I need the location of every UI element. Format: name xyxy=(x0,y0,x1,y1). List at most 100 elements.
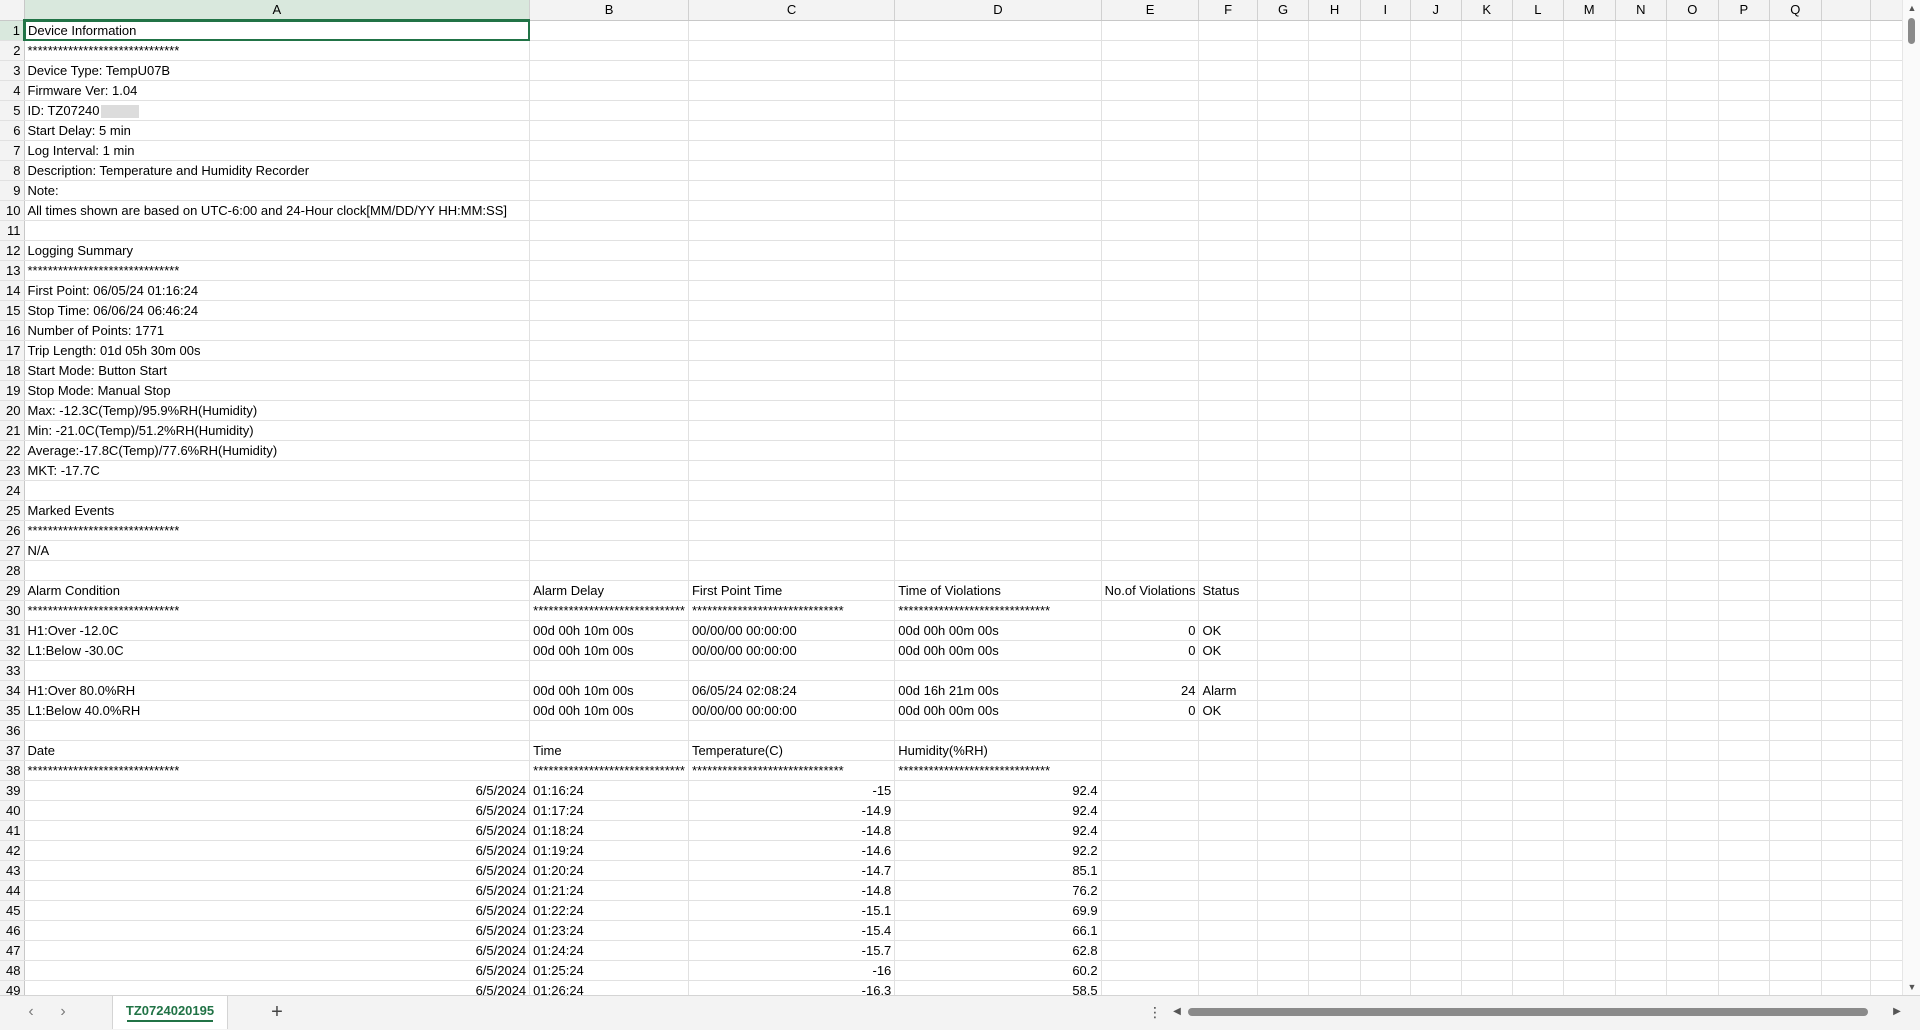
cell[interactable] xyxy=(1461,560,1513,581)
cell[interactable] xyxy=(1461,960,1513,981)
cell[interactable] xyxy=(1718,520,1770,541)
cell[interactable] xyxy=(688,180,896,201)
cell[interactable] xyxy=(529,20,689,41)
cell[interactable] xyxy=(1666,120,1719,141)
cell[interactable] xyxy=(1101,400,1200,421)
cell[interactable] xyxy=(1666,680,1719,701)
cell[interactable] xyxy=(1563,20,1616,41)
cell[interactable] xyxy=(1257,460,1310,481)
cell[interactable]: Device Type: TempU07B xyxy=(24,60,531,81)
cell[interactable] xyxy=(1718,180,1770,201)
cell[interactable] xyxy=(688,400,896,421)
cell[interactable] xyxy=(1308,420,1361,441)
row-header[interactable]: 19 xyxy=(0,380,25,401)
cell[interactable]: -16.3 xyxy=(688,980,896,995)
cell[interactable] xyxy=(1198,600,1258,621)
cell[interactable] xyxy=(1718,60,1770,81)
cell[interactable] xyxy=(1563,180,1616,201)
row-header[interactable]: 2 xyxy=(0,40,25,61)
cell[interactable] xyxy=(1512,360,1564,381)
cell[interactable] xyxy=(1769,420,1822,441)
cell[interactable]: Start Delay: 5 min xyxy=(24,120,531,141)
cell[interactable] xyxy=(1512,480,1564,501)
cell[interactable] xyxy=(1410,100,1462,121)
cell[interactable] xyxy=(1666,260,1719,281)
cell[interactable] xyxy=(1718,480,1770,501)
cell[interactable] xyxy=(1821,700,1871,721)
cell[interactable]: 24 xyxy=(1101,680,1200,701)
cell[interactable] xyxy=(1615,140,1668,161)
cell[interactable] xyxy=(1718,900,1770,921)
cell[interactable] xyxy=(1769,600,1822,621)
cell[interactable] xyxy=(1512,500,1564,521)
cell[interactable] xyxy=(1101,980,1200,995)
cell[interactable] xyxy=(1563,800,1616,821)
cell[interactable]: MKT: -17.7C xyxy=(24,460,531,481)
cell[interactable] xyxy=(1257,440,1310,461)
cell[interactable] xyxy=(1308,180,1361,201)
cell[interactable] xyxy=(688,660,896,681)
cell[interactable] xyxy=(688,220,896,241)
cell[interactable] xyxy=(1563,780,1616,801)
cell[interactable] xyxy=(1410,500,1462,521)
cell[interactable]: 6/5/2024 xyxy=(24,860,531,881)
cell[interactable] xyxy=(1512,560,1564,581)
cell[interactable]: First Point: 06/05/24 01:16:24 xyxy=(24,280,531,301)
cell[interactable] xyxy=(1563,260,1616,281)
cell[interactable] xyxy=(1821,580,1871,601)
cell[interactable]: Description: Temperature and Humidity Re… xyxy=(24,160,531,181)
cell[interactable] xyxy=(1769,800,1822,821)
cell[interactable] xyxy=(1563,940,1616,961)
cell[interactable] xyxy=(1410,580,1462,601)
cell[interactable] xyxy=(1512,800,1564,821)
cell[interactable] xyxy=(1360,620,1411,641)
cell[interactable] xyxy=(1257,320,1310,341)
row-header[interactable]: 48 xyxy=(0,960,25,981)
cell[interactable] xyxy=(894,240,1102,261)
cell[interactable]: 92.2 xyxy=(894,840,1102,861)
cell[interactable] xyxy=(1308,260,1361,281)
cell[interactable] xyxy=(894,320,1102,341)
cell[interactable] xyxy=(1512,900,1564,921)
cell[interactable] xyxy=(1821,180,1871,201)
cell[interactable] xyxy=(688,460,896,481)
cell[interactable] xyxy=(1360,840,1411,861)
cell[interactable]: 00d 16h 21m 00s xyxy=(894,680,1102,701)
cell[interactable]: 01:26:24 xyxy=(529,980,689,995)
cell[interactable]: -15.7 xyxy=(688,940,896,961)
cell[interactable] xyxy=(688,560,896,581)
cell[interactable] xyxy=(1563,380,1616,401)
cell[interactable] xyxy=(1718,600,1770,621)
cell[interactable] xyxy=(1563,600,1616,621)
cell[interactable] xyxy=(1718,720,1770,741)
row-header[interactable]: 13 xyxy=(0,260,25,281)
cell[interactable] xyxy=(1461,220,1513,241)
cell[interactable] xyxy=(1410,380,1462,401)
cell[interactable]: -14.8 xyxy=(688,820,896,841)
cell[interactable] xyxy=(1615,680,1668,701)
cell[interactable]: Status xyxy=(1198,580,1258,601)
cell[interactable] xyxy=(1101,20,1200,41)
cell[interactable] xyxy=(1198,860,1258,881)
cell[interactable] xyxy=(1821,80,1871,101)
scroll-right-icon[interactable]: ▶ xyxy=(1890,1003,1904,1021)
cell[interactable] xyxy=(1461,680,1513,701)
cell[interactable] xyxy=(1821,660,1871,681)
row-header[interactable]: 23 xyxy=(0,460,25,481)
cell[interactable] xyxy=(1821,380,1871,401)
cell[interactable] xyxy=(529,340,689,361)
cell[interactable] xyxy=(1563,120,1616,141)
cell[interactable]: ****************************** xyxy=(894,760,1102,781)
cell[interactable] xyxy=(529,560,689,581)
cell[interactable] xyxy=(1257,200,1310,221)
cell[interactable] xyxy=(1198,820,1258,841)
cell[interactable] xyxy=(1718,40,1770,61)
cell[interactable] xyxy=(1360,980,1411,995)
cell[interactable] xyxy=(1512,80,1564,101)
cell[interactable]: 01:16:24 xyxy=(529,780,689,801)
cell[interactable] xyxy=(1461,740,1513,761)
cell[interactable]: -14.6 xyxy=(688,840,896,861)
scroll-left-icon[interactable]: ◀ xyxy=(1170,1003,1184,1021)
cell[interactable] xyxy=(1769,700,1822,721)
cell[interactable] xyxy=(1563,820,1616,841)
